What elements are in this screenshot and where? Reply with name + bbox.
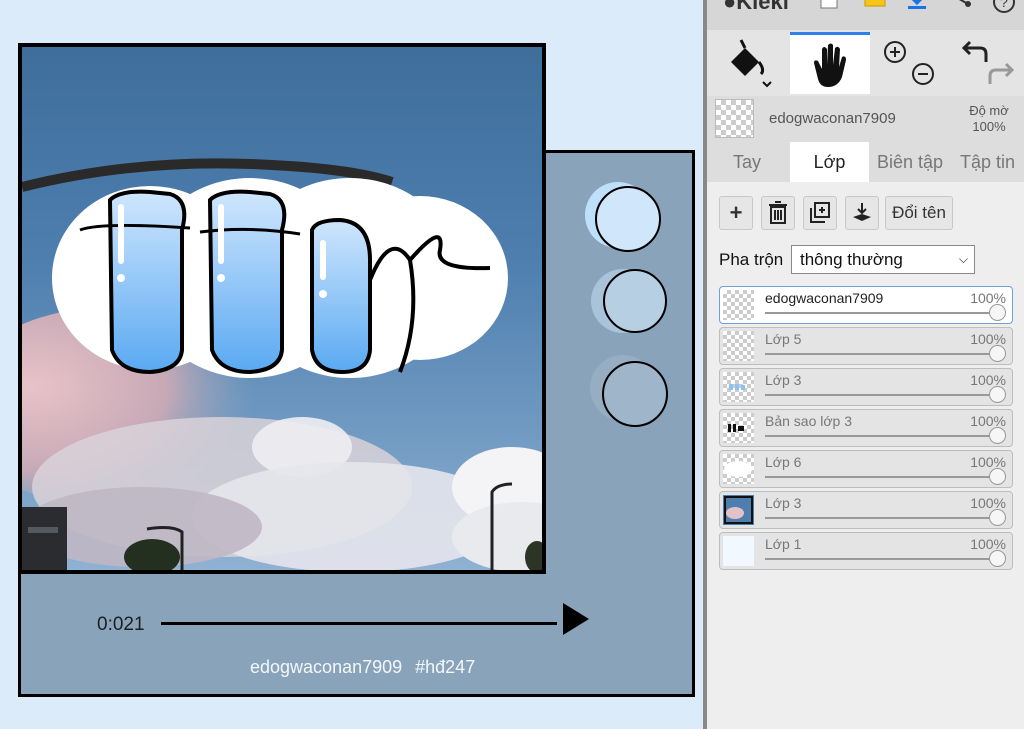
- new-file-icon[interactable]: [820, 0, 838, 15]
- layer-opacity-slider[interactable]: [765, 476, 998, 478]
- layer-name: Lớp 3: [765, 372, 802, 388]
- hand-tool[interactable]: [790, 32, 870, 94]
- layer-thumbnail: [723, 495, 754, 525]
- layer-opacity-knob[interactable]: [989, 427, 1006, 444]
- layer-opacity-slider[interactable]: [765, 517, 998, 519]
- layer-opacity-knob[interactable]: [989, 550, 1006, 567]
- layer-name: Lớp 1: [765, 536, 802, 552]
- layer-thumbnail: [723, 331, 754, 361]
- svg-text:?: ?: [1000, 0, 1008, 10]
- layer-name: Lớp 5: [765, 331, 802, 347]
- add-layer-icon: +: [729, 200, 743, 225]
- zoom-in-icon[interactable]: [884, 41, 906, 63]
- layer-opacity-slider[interactable]: [765, 394, 998, 396]
- layer-opacity-knob[interactable]: [989, 304, 1006, 321]
- duplicate-layer-button[interactable]: [803, 196, 837, 230]
- blend-mode-label: Pha trộn: [719, 250, 784, 269]
- download-icon[interactable]: [906, 0, 928, 17]
- layer-item[interactable]: Lớp 3 100%: [719, 368, 1013, 406]
- kleki-logo-icon: ●: [723, 0, 737, 14]
- tab-layers[interactable]: Lớp: [790, 142, 869, 182]
- player-circle-2: [603, 269, 667, 333]
- drawing-canvas[interactable]: 0:021 edogwaconan7909 #hđ247: [0, 0, 703, 729]
- layers-panel: + Đổi tên Pha trộn thông thường ⌵ edogwa…: [707, 182, 1024, 729]
- folder-icon[interactable]: [864, 0, 886, 15]
- delete-layer-icon: [769, 201, 787, 224]
- top-bar: ●Kleki ?: [707, 0, 1024, 30]
- layer-opacity: 100%: [970, 536, 1006, 552]
- layer-item[interactable]: Lớp 6 100%: [719, 450, 1013, 488]
- history-tools: [952, 32, 1022, 94]
- play-icon: [563, 603, 589, 635]
- opacity-value: 100%: [972, 119, 1006, 134]
- current-layer-name: edogwaconan7909: [769, 110, 896, 127]
- duplicate-layer-icon: [810, 202, 830, 223]
- layer-item[interactable]: Lớp 1 100%: [719, 532, 1013, 570]
- panel-tabs: Tay Lớp Biên tập Tập tin: [707, 142, 1024, 182]
- layer-item[interactable]: edogwaconan7909 100%: [719, 286, 1013, 324]
- layer-name: Bản sao lớp 3: [765, 413, 853, 429]
- share-icon[interactable]: [950, 0, 972, 17]
- layer-opacity-knob[interactable]: [989, 345, 1006, 362]
- layer-opacity: 100%: [970, 290, 1006, 306]
- merge-down-icon: [853, 203, 871, 221]
- app-logo[interactable]: ●Kleki: [723, 0, 789, 15]
- layer-thumbnail: [723, 413, 754, 443]
- rename-layer-button[interactable]: Đổi tên: [885, 196, 953, 230]
- layer-item[interactable]: Lớp 3 100%: [719, 491, 1013, 529]
- side-panel: ●Kleki ? edogwaconan7909 Độ mờ 100% Tay …: [703, 0, 1024, 729]
- layer-item[interactable]: Bản sao lớp 3 100%: [719, 409, 1013, 447]
- hand-icon: [814, 43, 846, 87]
- lettering-sticker: [52, 178, 508, 378]
- tab-file[interactable]: Tập tin: [951, 142, 1024, 182]
- layer-name: Lớp 6: [765, 454, 802, 470]
- zoom-tools: [875, 32, 945, 94]
- layer-thumbnail: [723, 454, 754, 484]
- layer-thumbnail: [723, 290, 754, 320]
- merge-down-button[interactable]: [845, 196, 879, 230]
- layer-thumbnail: [723, 536, 754, 566]
- zoom-out-icon[interactable]: [912, 63, 934, 85]
- layer-name: edogwaconan7909: [765, 290, 884, 306]
- blend-mode-select[interactable]: thông thường ⌵: [791, 245, 975, 274]
- layer-item[interactable]: Lớp 5 100%: [719, 327, 1013, 365]
- tab-brush[interactable]: Tay: [707, 142, 787, 182]
- help-icon[interactable]: ?: [992, 0, 1016, 19]
- tab-edit[interactable]: Biên tập: [869, 142, 951, 182]
- layer-opacity: 100%: [970, 454, 1006, 470]
- layer-thumbnail: [723, 372, 754, 402]
- layer-opacity: 100%: [970, 372, 1006, 388]
- fill-tool[interactable]: [721, 32, 781, 94]
- layer-opacity: 100%: [970, 495, 1006, 511]
- layer-opacity-knob[interactable]: [989, 509, 1006, 526]
- progress-bar: [161, 622, 557, 625]
- redo-icon[interactable]: [988, 62, 1015, 84]
- opacity-label: Độ mờ: [969, 103, 1009, 118]
- layer-opacity-knob[interactable]: [989, 468, 1006, 485]
- layer-opacity: 100%: [970, 413, 1006, 429]
- paint-bucket-icon: [731, 39, 772, 88]
- blend-mode-value: thông thường: [800, 250, 903, 269]
- layer-opacity-slider[interactable]: [765, 435, 998, 437]
- player-circle-1: [595, 186, 661, 252]
- chevron-down-icon: ⌵: [958, 252, 968, 266]
- canvas-caption: edogwaconan7909 #hđ247: [250, 657, 476, 677]
- layer-opacity-slider[interactable]: [765, 558, 998, 560]
- app-name: Kleki: [736, 0, 789, 14]
- layer-opacity-slider[interactable]: [765, 312, 998, 314]
- current-layer-preview: [715, 99, 754, 138]
- tool-bar: [707, 30, 1024, 96]
- playback-timestamp: 0:021: [97, 614, 145, 635]
- undo-icon[interactable]: [961, 40, 988, 62]
- delete-layer-button[interactable]: [761, 196, 795, 230]
- layer-opacity-knob[interactable]: [989, 386, 1006, 403]
- add-layer-button[interactable]: +: [719, 196, 753, 230]
- layer-opacity: 100%: [970, 331, 1006, 347]
- player-circle-3: [602, 361, 668, 427]
- layer-opacity-slider[interactable]: [765, 353, 998, 355]
- layer-name: Lớp 3: [765, 495, 802, 511]
- opacity-readout[interactable]: Độ mờ 100%: [959, 103, 1019, 135]
